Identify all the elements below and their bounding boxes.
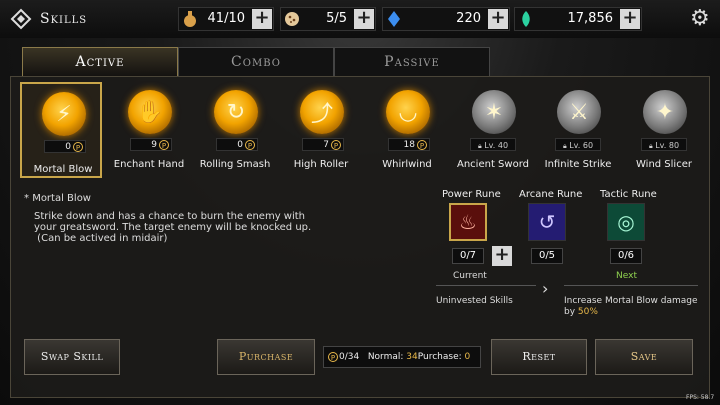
stamina-potion-icon (181, 10, 199, 28)
stamina-value: 41/10 (207, 11, 245, 26)
skill-level-requirement: 🔒︎ Lv. 80 (641, 138, 687, 151)
skill-cost: 7P (302, 138, 344, 151)
skill-name: High Roller (293, 159, 349, 170)
skill-point-icon: P (328, 351, 338, 362)
skill-cost: 18 P (388, 138, 430, 151)
available-points: 0/34 (339, 352, 360, 362)
skill-cost: 9P (130, 138, 172, 151)
skill-card[interactable]: ◡ 18 P Whirlwind (366, 82, 448, 178)
crystal-value: 220 (456, 11, 481, 26)
next-effect-value: 50% (577, 307, 598, 317)
skill-level-requirement: 🔒︎ Lv. 40 (470, 138, 516, 151)
power-rune-button[interactable]: ♨ (449, 203, 487, 241)
swirl-arrow-icon: ↺ (538, 210, 556, 234)
skill-point-icon: P (331, 139, 341, 150)
tactic-rune-count: 0/6 (610, 248, 642, 264)
cookie-value: 5/5 (326, 11, 347, 26)
arcane-rune-label: Arcane Rune (519, 189, 583, 200)
skill-icon: ◡ (386, 90, 430, 134)
gem-counter: 17,856 + (514, 7, 642, 31)
save-button[interactable]: Save (595, 339, 693, 375)
skill-card[interactable]: ⚔ 🔒︎ Lv. 60 Infinite Strike (537, 82, 619, 178)
arcane-rune-count: 0/5 (531, 248, 563, 264)
locked-skill-icon: ✦ (643, 90, 687, 134)
skill-cost: 0P (216, 138, 258, 151)
flame-icon: ♨ (459, 210, 477, 234)
power-rune-count: 0/7 (452, 248, 484, 264)
chevron-right-icon: › (542, 279, 549, 298)
skill-point-icon: P (73, 141, 83, 152)
skill-cost: 0P (44, 140, 86, 153)
locked-skill-icon: ✶ (472, 90, 516, 134)
gem-value: 17,856 (567, 11, 614, 26)
normal-points: 34 (406, 352, 418, 362)
add-stamina-button[interactable]: + (252, 9, 272, 29)
skill-icon: ✋ (128, 90, 172, 134)
current-label: Current (453, 271, 487, 281)
skill-points-summary: P 0/34 Normal: 34Purchase: 0 (323, 346, 481, 368)
tab-active[interactable]: Active (22, 47, 178, 77)
add-crystal-button[interactable]: + (488, 9, 508, 29)
purchase-points: 0 (464, 352, 471, 362)
tab-passive[interactable]: Passive (334, 47, 490, 77)
skill-name: Enchant Hand (113, 159, 185, 170)
skill-card[interactable]: ✋ 9 P Enchant Hand (108, 82, 190, 178)
current-divider (436, 285, 536, 286)
selected-skill-title: * Mortal Blow (24, 193, 91, 204)
locked-skill-icon: ⚔ (557, 90, 601, 134)
skill-card[interactable]: ✶ 🔒︎ Lv. 40 Ancient Sword (452, 82, 534, 178)
back-diamond-icon[interactable] (8, 7, 34, 31)
add-gem-button[interactable]: + (620, 9, 640, 29)
tactic-rune-button[interactable]: ◎ (607, 203, 645, 241)
lock-icon: 🔒︎ (562, 142, 567, 150)
page-title: Skills (40, 11, 88, 27)
skill-card[interactable]: ⤴ 7 P High Roller (280, 82, 362, 178)
green-gem-icon (517, 10, 535, 28)
next-effect-text: Increase Mortal Blow damage by 50% (564, 296, 698, 317)
skill-level-requirement: 🔒︎ Lv. 60 (555, 138, 601, 151)
skill-card[interactable]: ✦ 🔒︎ Lv. 80 Wind Slicer (623, 82, 705, 178)
skill-name: Wind Slicer (636, 159, 692, 170)
cookie-icon (283, 10, 301, 28)
add-power-rune-button[interactable]: + (492, 246, 512, 266)
current-effect-text: Uninvested Skills (436, 296, 513, 306)
skill-name: Ancient Sword (457, 159, 529, 170)
skill-card[interactable]: ↻ 0 P Rolling Smash (194, 82, 276, 178)
add-cookie-button[interactable]: + (354, 9, 374, 29)
next-label: Next (616, 271, 637, 281)
skill-name: Rolling Smash (199, 159, 271, 170)
skill-name: Infinite Strike (544, 159, 612, 170)
lock-icon: 🔒︎ (648, 142, 653, 150)
reset-button[interactable]: Reset (491, 339, 587, 375)
skill-icon: ↻ (214, 90, 258, 134)
crystal-counter: 220 + (382, 7, 510, 31)
skill-description: Strike down and has a chance to burn the… (34, 211, 312, 244)
skill-icon: ⚡ (42, 92, 86, 136)
power-rune-label: Power Rune (442, 189, 501, 200)
skill-icon: ⤴ (300, 90, 344, 134)
blue-crystal-icon (385, 10, 403, 28)
skill-point-icon: P (245, 139, 255, 150)
next-divider (564, 285, 698, 286)
skill-card[interactable]: ⚡ 0 P Mortal Blow (20, 82, 102, 178)
skill-name: Whirlwind (382, 159, 432, 170)
skill-point-icon: P (417, 139, 427, 150)
gear-icon[interactable]: ⚙ (690, 8, 712, 30)
tab-combo[interactable]: Combo (178, 47, 334, 77)
swap-skill-button[interactable]: Swap Skill (24, 339, 120, 375)
selected-skill-name: Mortal Blow (32, 193, 91, 204)
lock-icon: 🔒︎ (477, 142, 482, 150)
cookie-counter: 5/5 + (280, 7, 376, 31)
spiral-icon: ◎ (617, 210, 635, 234)
tactic-rune-label: Tactic Rune (600, 189, 657, 200)
skill-point-icon: P (159, 139, 169, 150)
purchase-button[interactable]: Purchase (217, 339, 315, 375)
stamina-counter: 41/10 + (178, 7, 274, 31)
skill-name: Mortal Blow (33, 164, 93, 175)
arcane-rune-button[interactable]: ↺ (528, 203, 566, 241)
fps-counter: FPS: 58.7 (686, 394, 715, 401)
